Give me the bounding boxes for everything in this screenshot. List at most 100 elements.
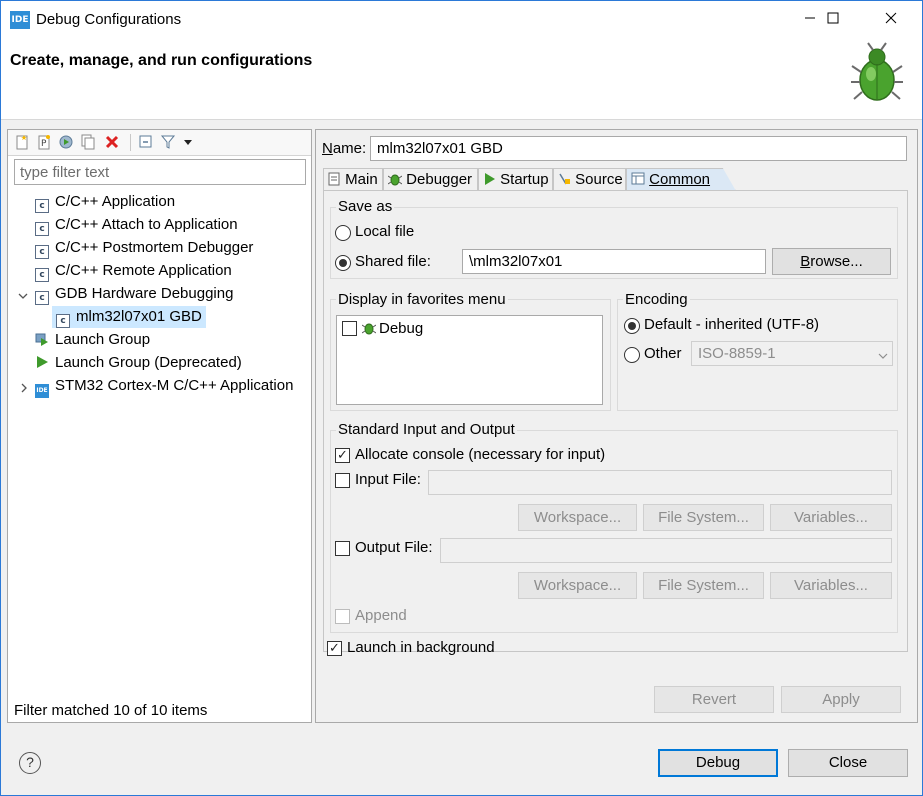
new-prototype-icon[interactable]: P <box>36 134 52 150</box>
favorites-list: Debug <box>336 315 603 405</box>
debugger-tab-icon <box>387 174 403 186</box>
other-encoding-select[interactable]: ISO-8859-1 <box>691 341 893 366</box>
debug-button[interactable]: Debug <box>658 749 778 777</box>
view-menu-icon[interactable] <box>180 134 196 150</box>
input-file-system-button[interactable]: File System... <box>643 504 764 531</box>
c-icon: c <box>35 268 49 282</box>
revert-button[interactable]: Revert <box>654 686 774 713</box>
new-configuration-icon[interactable] <box>14 134 30 150</box>
tab-startup[interactable]: Startup <box>478 168 553 191</box>
delete-icon[interactable] <box>104 134 120 150</box>
tree-item-mlm32l07x01-gbd[interactable]: c mlm32l07x01 GBD <box>52 306 206 328</box>
default-encoding-label: Default - inherited (UTF-8) <box>644 316 820 333</box>
other-encoding-value: ISO-8859-1 <box>698 345 776 362</box>
c-icon: c <box>35 222 49 236</box>
chevron-down-icon <box>878 347 888 366</box>
local-file-radio[interactable] <box>335 225 351 241</box>
tab-debugger[interactable]: Debugger <box>383 168 478 191</box>
tab-common[interactable]: Common <box>626 168 736 191</box>
launch-in-background-label: Launch in background <box>347 639 495 656</box>
startup-tab-icon <box>485 173 495 185</box>
tree-item-gdb-hardware-debugging[interactable]: c GDB Hardware Debugging <box>35 283 233 305</box>
launch-group-icon <box>35 331 49 346</box>
output-file-system-button[interactable]: File System... <box>643 572 764 599</box>
tree-item-c-cpp-postmortem[interactable]: c C/C++ Postmortem Debugger <box>35 237 253 259</box>
tree-item-c-cpp-attach[interactable]: c C/C++ Attach to Application <box>35 214 238 236</box>
duplicate-icon[interactable] <box>80 134 96 150</box>
output-file-checkbox[interactable] <box>335 541 350 556</box>
shared-file-path-input[interactable]: \mlm32l07x01 <box>462 249 766 274</box>
output-variables-button[interactable]: Variables... <box>770 572 892 599</box>
other-encoding-radio[interactable] <box>624 347 640 363</box>
standard-io-group-label: Standard Input and Output <box>336 421 517 438</box>
allocate-console-label: Allocate console (necessary for input) <box>355 446 606 463</box>
input-variables-button[interactable]: Variables... <box>770 504 892 531</box>
close-icon[interactable] <box>868 1 914 38</box>
tree-item-label: Launch Group (Deprecated) <box>55 354 242 371</box>
play-icon <box>35 354 49 368</box>
output-workspace-button[interactable]: Workspace... <box>518 572 637 599</box>
input-file-label: Input File: <box>355 471 421 488</box>
tab-label: Debugger <box>406 171 473 188</box>
input-workspace-button[interactable]: Workspace... <box>518 504 637 531</box>
shared-file-label: Shared file: <box>355 253 431 270</box>
shared-file-radio[interactable] <box>335 255 351 271</box>
name-label: Name: <box>322 140 367 157</box>
input-file-checkbox[interactable] <box>335 473 350 488</box>
collapse-all-icon[interactable] <box>138 134 154 150</box>
tree-item-label: STM32 Cortex-M C/C++ Application <box>55 377 294 394</box>
dialog-heading: Create, manage, and run configurations <box>10 52 313 69</box>
tree-item-c-cpp-remote[interactable]: c C/C++ Remote Application <box>35 260 232 282</box>
local-file-label: Local file <box>355 223 415 240</box>
filter-status-text: Filter matched 10 of 10 items <box>14 702 208 719</box>
tree-item-launch-group[interactable]: Launch Group <box>35 329 150 351</box>
tab-source[interactable]: Source <box>553 168 626 191</box>
browse-button[interactable]: Browse... <box>772 248 891 275</box>
input-file-path-input[interactable] <box>428 470 892 495</box>
append-checkbox[interactable] <box>335 609 350 624</box>
c-icon: c <box>35 291 49 305</box>
apply-button[interactable]: Apply <box>781 686 901 713</box>
favorites-group-label: Display in favorites menu <box>336 291 508 308</box>
export-icon[interactable] <box>58 134 74 150</box>
title-bar: IDE Debug Configurations <box>1 1 922 38</box>
tree-item-label: Launch Group <box>55 331 151 348</box>
close-button[interactable]: Close <box>788 749 908 777</box>
tree-item-label: mlm32l07x01 GBD <box>76 308 202 325</box>
c-icon: c <box>35 199 49 213</box>
launch-in-background-checkbox[interactable]: ✓ <box>327 641 342 656</box>
debug-favorite-label: Debug <box>379 320 424 337</box>
tab-label: Main <box>345 171 378 188</box>
expand-chevron-down-icon[interactable] <box>18 288 28 305</box>
tab-main[interactable]: Main <box>323 168 383 191</box>
tree-item-launch-group-deprecated[interactable]: Launch Group (Deprecated) <box>35 352 242 374</box>
tree-item-label: C/C++ Postmortem Debugger <box>55 239 254 256</box>
tab-label: Startup <box>500 171 549 188</box>
default-encoding-radio[interactable] <box>624 318 640 334</box>
tree-item-label: C/C++ Attach to Application <box>55 216 238 233</box>
bug-icon <box>849 42 905 110</box>
configuration-name-input[interactable] <box>370 136 907 161</box>
save-as-group-label: Save as <box>336 198 395 215</box>
tree-item-stm32-cortex-m[interactable]: IDE STM32 Cortex-M C/C++ Application <box>35 375 294 398</box>
tree-item-label: GDB Hardware Debugging <box>55 285 234 302</box>
maximize-icon[interactable] <box>810 1 856 38</box>
toolbar-separator <box>130 134 131 151</box>
other-encoding-label: Other <box>644 345 682 362</box>
output-file-path-input[interactable] <box>440 538 892 563</box>
tree-item-label: C/C++ Application <box>55 193 176 210</box>
help-icon[interactable]: ? <box>19 752 41 774</box>
tree-item-c-cpp-application[interactable]: c C/C++ Application <box>35 191 175 213</box>
bug-icon <box>361 321 377 339</box>
source-tab-icon <box>559 173 570 185</box>
common-tab-panel: Save as Local file Shared file: \mlm32l0… <box>323 190 908 652</box>
c-icon: c <box>56 314 70 328</box>
expand-chevron-right-icon[interactable] <box>19 380 29 397</box>
tab-label: Common <box>649 171 711 188</box>
append-label: Append <box>355 607 407 624</box>
filter-input[interactable] <box>14 159 306 185</box>
filter-icon[interactable] <box>160 134 176 150</box>
debug-favorite-checkbox[interactable] <box>342 321 357 336</box>
allocate-console-checkbox[interactable]: ✓ <box>335 448 350 463</box>
configuration-editor-pane: Name: Main Debugger Startup Source Commo… <box>315 129 918 723</box>
